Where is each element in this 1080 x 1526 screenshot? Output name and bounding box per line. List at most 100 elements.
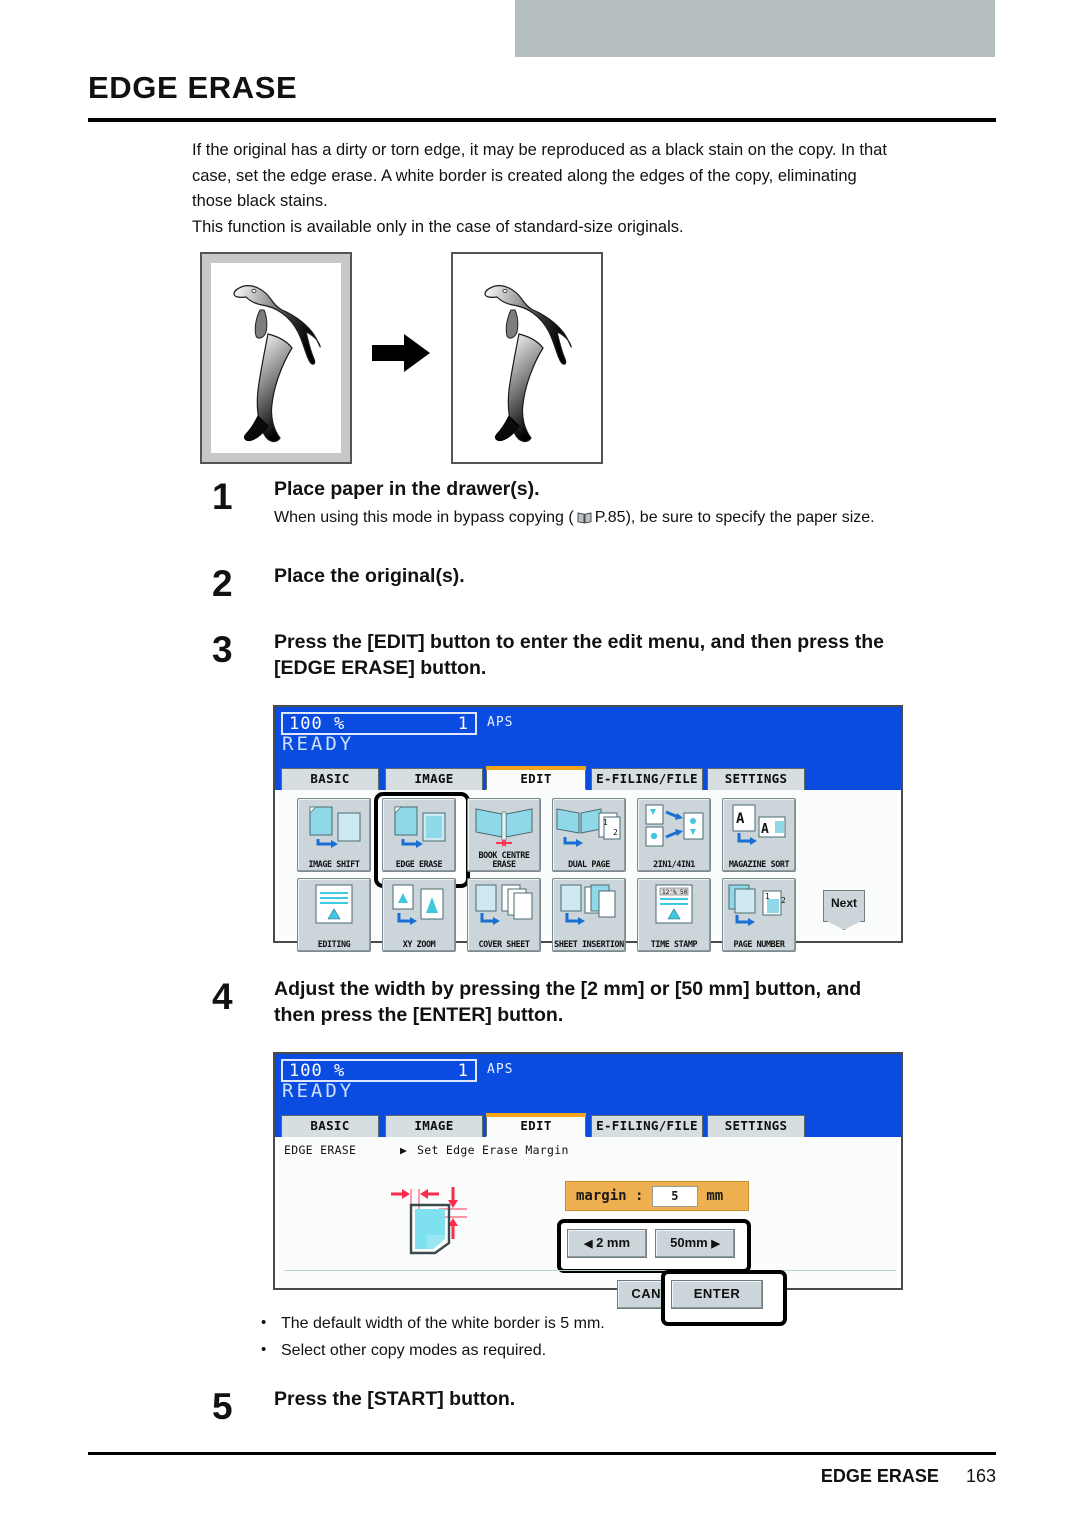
panel1-tab-bar[interactable]: BASIC IMAGE EDIT E-FILING/FILE SETTINGS [275,766,901,790]
arrow-right-icon [372,334,431,377]
step-4-number: 4 [212,976,233,1017]
control-panel-edge-erase-margin[interactable]: 100 % 1 APS READY BASIC IMAGE EDIT E-FIL… [273,1052,903,1326]
note-item: Select other copy modes as required. [255,1338,605,1363]
step-2-heading: Place the original(s). [274,565,465,587]
tile-book-centre-erase[interactable]: BOOK CENTRE ERASE [467,798,541,872]
edge-erase-icon [383,803,455,849]
panel2-zoom-ratio-bar[interactable]: 100 % 1 [281,1059,477,1082]
editing-icon [298,883,370,929]
tab-basic[interactable]: BASIC [281,768,379,790]
step-4: 4 Adjust the width by pressing the [2 mm… [212,976,1012,1028]
panel2-copy-count: 1 [457,1061,468,1081]
footer-section: EDGE ERASE [820,1466,939,1486]
tile-label: IMAGE SHIFT [308,859,360,869]
tile-edge-erase[interactable]: EDGE ERASE [382,798,456,872]
tile-xy-zoom[interactable]: XY ZOOM [382,878,456,952]
tile-label: EDITING [317,939,351,949]
decrease-width-label: 2 mm [596,1235,631,1250]
breadcrumb-arrow-icon: ▶ [400,1143,408,1157]
tile-label: 2IN1/4IN1 [653,859,695,869]
breadcrumb-mode: EDGE ERASE [284,1143,357,1157]
control-panel-edit-menu[interactable]: 100 % 1 APS READY BASIC IMAGE EDIT E-FIL… [273,705,903,952]
intro-paragraph: If the original has a dirty or torn edge… [192,138,998,240]
tile-page-number[interactable]: 1 2 PAGE NUMBER [722,878,796,952]
panel1-paper-mode: APS [487,715,514,730]
tile-editing[interactable]: EDITING [297,878,371,952]
breadcrumb-action: Set Edge Erase Margin [417,1143,569,1157]
decrease-width-button[interactable]: ◀ 2 mm [567,1229,647,1258]
step-1-subtext-before: When using this mode in bypass copying ( [274,509,574,526]
step-1-subtext-after: ), be sure to specify the paper size. [625,509,875,526]
tab-e-filing-file[interactable]: E-FILING/FILE [591,768,703,790]
svg-text:1: 1 [765,892,770,901]
margin-display: margin : 5 mm [565,1181,749,1211]
step-5-number: 5 [212,1386,233,1427]
sheet-insertion-icon [553,883,625,929]
tile-sheet-insertion[interactable]: SHEET INSERTION [552,878,626,952]
step-1: 1 Place paper in the drawer(s). When usi… [212,476,1002,532]
step-3-number: 3 [212,629,233,670]
edge-erase-margin-diagram [383,1175,503,1279]
increase-width-button[interactable]: 50mm ▶ [655,1229,735,1258]
result-document-figure [450,252,603,464]
tab-e-filing-file[interactable]: E-FILING/FILE [591,1115,703,1137]
step-2-number: 2 [212,563,233,604]
tile-2in1-4in1[interactable]: 2IN1/4IN1 [637,798,711,872]
margin-unit: mm [706,1188,724,1204]
svg-text:1: 1 [603,818,608,827]
svg-text:2: 2 [613,828,618,837]
tab-settings[interactable]: SETTINGS [707,1115,805,1137]
tile-magazine-sort[interactable]: A A MAGAZINE SORT [722,798,796,872]
header-gray-band [515,0,995,57]
panel2-zoom-ratio: 100 % [289,1061,346,1081]
title-divider [88,118,996,122]
tile-label: BOOK CENTRE ERASE [478,850,530,869]
dolphin-illustration [233,285,321,443]
step-1-page-ref: P.85 [594,509,626,526]
tile-label: EDGE ERASE [395,859,443,869]
tab-edit[interactable]: EDIT [486,1113,586,1137]
intro-line-1: If the original has a dirty or torn edge… [192,141,887,159]
book-ref-icon [577,508,592,532]
tile-cover-sheet[interactable]: COVER SHEET [467,878,541,952]
tab-edit[interactable]: EDIT [486,766,586,790]
panel1-zoom-ratio-bar[interactable]: 100 % 1 [281,712,477,735]
svg-text:2: 2 [781,896,786,905]
increase-width-label: 50mm [670,1235,708,1250]
tab-settings[interactable]: SETTINGS [707,768,805,790]
step-4-heading-line-2: then press the [ENTER] button. [274,1004,564,1026]
panel1-status-area: 100 % 1 APS READY BASIC IMAGE EDIT E-FIL… [275,707,901,790]
document-page: EDGE ERASE If the original has a dirty o… [0,0,1080,1526]
magazine-sort-icon: A A [723,803,795,849]
step-1-heading: Place paper in the drawer(s). [274,478,540,500]
intro-line-2: case, set the edge erase. A white border… [192,166,857,185]
tile-label: DUAL PAGE [568,859,610,869]
footer-divider [88,1452,996,1455]
intro-line-3: those black stains. [192,192,328,210]
tile-label: MAGAZINE SORT [728,859,790,869]
panel2-paper-mode: APS [487,1062,514,1077]
tab-image[interactable]: IMAGE [385,768,483,790]
tile-dual-page[interactable]: 1 2 DUAL PAGE [552,798,626,872]
enter-button[interactable]: ENTER [671,1280,763,1309]
panel2-status-text: READY [282,1080,355,1102]
next-button[interactable]: Next [823,890,865,922]
tab-image[interactable]: IMAGE [385,1115,483,1137]
panel2-status-area: 100 % 1 APS READY BASIC IMAGE EDIT E-FIL… [275,1054,901,1137]
panel2-tab-bar[interactable]: BASIC IMAGE EDIT E-FILING/FILE SETTINGS [275,1113,901,1137]
panel1-status-text: READY [282,733,355,755]
note-item: The default width of the white border is… [255,1311,605,1336]
tile-time-stamp[interactable]: 12'% 50 TIME STAMP [637,878,711,952]
margin-value: 5 [651,1185,698,1207]
tile-image-shift[interactable]: IMAGE SHIFT [297,798,371,872]
step-4-heading-line-1: Adjust the width by pressing the [2 mm] … [274,978,862,1000]
tile-label: TIME STAMP [650,939,698,949]
original-document-figure [200,252,352,464]
step-5-heading: Press the [START] button. [274,1388,516,1410]
panel1-copy-count: 1 [457,714,468,734]
chevron-right-icon: ▶ [711,1238,720,1250]
dual-page-icon: 1 2 [553,803,625,849]
tile-label: COVER SHEET [478,939,530,949]
tab-basic[interactable]: BASIC [281,1115,379,1137]
panel1-zoom-ratio: 100 % [289,714,346,734]
